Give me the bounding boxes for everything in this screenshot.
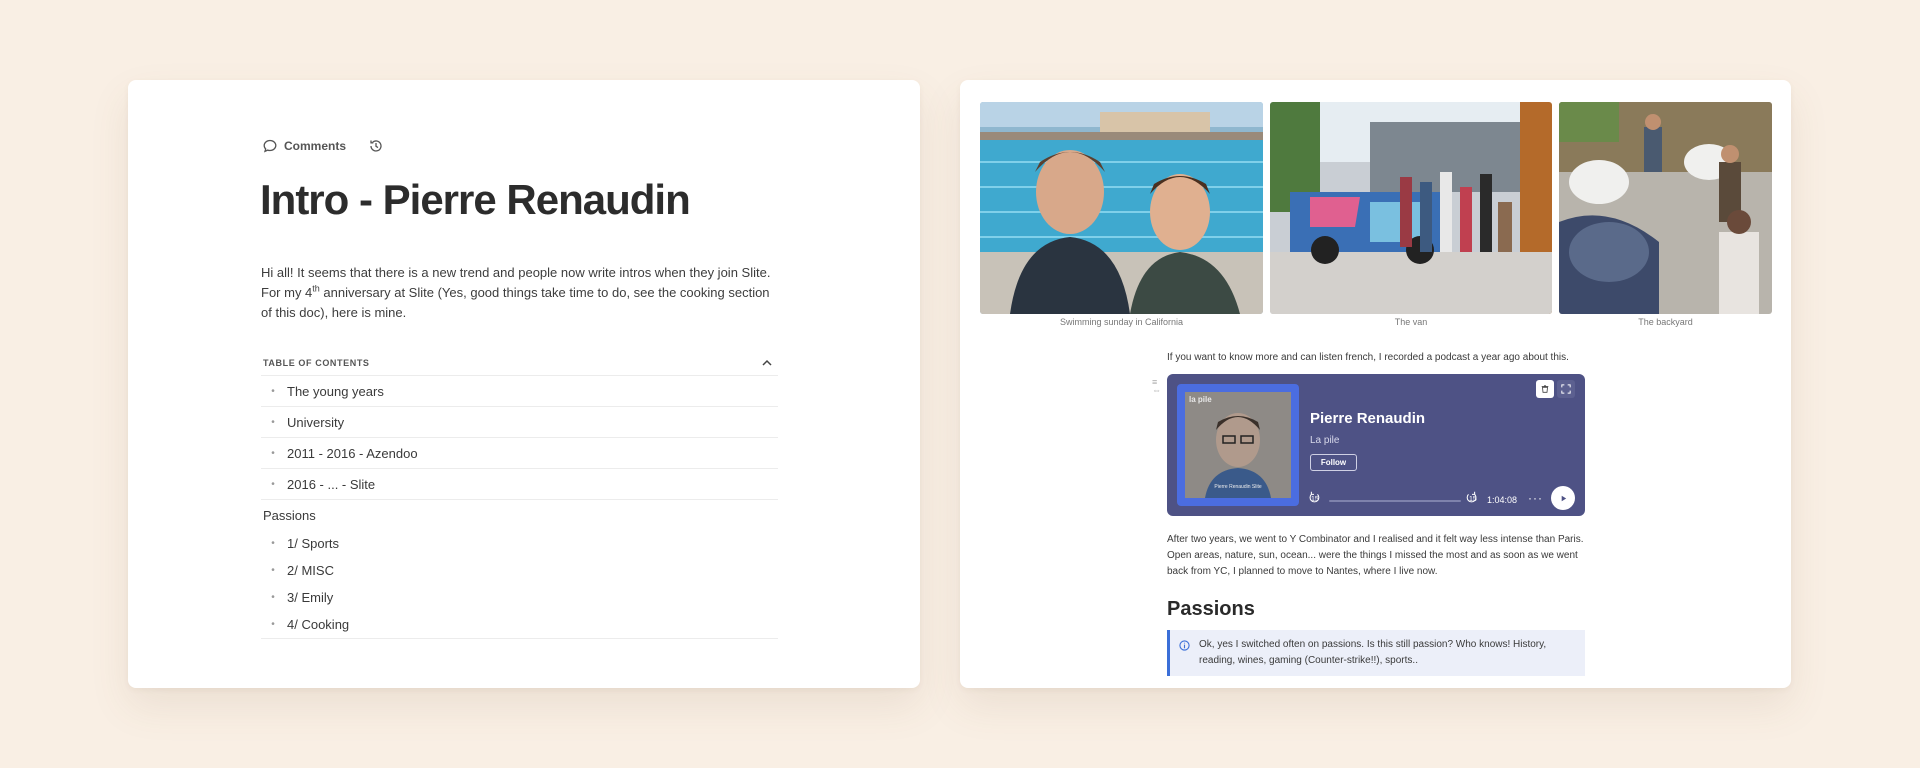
intro-superscript: th (312, 283, 320, 294)
bullet: • (271, 565, 275, 576)
bullet: • (271, 619, 275, 630)
bullet: • (271, 538, 275, 549)
section-heading-passions: Passions (1167, 598, 1255, 620)
play-icon (1561, 495, 1566, 501)
more-options-icon[interactable]: ··· (1528, 491, 1543, 505)
toc-item-university[interactable]: • University (261, 407, 778, 438)
toc-item-cooking[interactable]: • 4/ Cooking (261, 611, 778, 639)
doc-toolbar: Comments (262, 138, 384, 154)
show-name: La pile (1310, 435, 1340, 446)
document-card-continued: Swimming sunday in California The van Th… (960, 80, 1791, 688)
document-card: Comments Intro - Pierre Renaudin Hi all!… (128, 80, 920, 688)
toc-item-label: 3/ Emily (287, 590, 334, 605)
bullet: • (271, 478, 275, 490)
toc-item-misc[interactable]: • 2/ MISC (261, 557, 778, 584)
body-paragraph: After two years, we went to Y Combinator… (1167, 534, 1584, 577)
toc-item-label: The young years (287, 383, 384, 399)
toc-item-sports[interactable]: • 1/ Sports (261, 530, 778, 557)
photo-swimming (980, 102, 1263, 314)
expand-icon[interactable] (1557, 380, 1575, 398)
duration: 1:04:08 (1487, 495, 1518, 505)
rewind-label: 15 (1311, 496, 1319, 503)
player-top-icons (1536, 380, 1575, 398)
callout-text: Ok, yes I switched often on passions. Is… (1199, 639, 1547, 666)
cover-caption: Pierre Renaudin Slite (1214, 484, 1262, 490)
toc-item-slite[interactable]: • 2016 - ... - Slite (261, 469, 778, 500)
table-of-contents: TABLE OF CONTENTS • The young years • Univ… (261, 351, 778, 639)
cover-image: la pile Pierre Renaudin Slite (1185, 392, 1291, 498)
info-callout: Ok, yes I switched often on passions. Is… (1167, 630, 1585, 676)
bullet: • (271, 447, 275, 459)
podcast-logo: la pile (1189, 395, 1212, 404)
comments-button[interactable]: Comments (262, 138, 346, 154)
toc-section-passions[interactable]: Passions (261, 500, 778, 530)
toc-item-label: 2016 - ... - Slite (287, 476, 376, 492)
toc-item-emily[interactable]: • 3/ Emily (261, 584, 778, 611)
photo-caption: The backyard (1638, 317, 1693, 327)
chevron-up-icon[interactable] (760, 356, 774, 370)
photo-van (1270, 102, 1552, 314)
intro-paragraph: Hi all! It seems that there is a new tre… (261, 263, 781, 323)
history-icon[interactable] (368, 138, 384, 154)
follow-button[interactable]: Follow (1310, 454, 1357, 471)
podcast-cover: la pile Pierre Renaudin Slite (1177, 384, 1299, 506)
bullet: • (271, 385, 275, 397)
toc-item-azendoo[interactable]: • 2011 - 2016 - Azendoo (261, 438, 778, 469)
intro-text-part2: anniversary at Slite (Yes, good things t… (261, 285, 770, 320)
play-button[interactable] (1551, 486, 1575, 510)
toc-item-label: 2011 - 2016 - Azendoo (287, 445, 418, 461)
toc-header: TABLE OF CONTENTS (261, 351, 778, 376)
toc-item-label: 4/ Cooking (287, 617, 350, 632)
toc-item-label: 2/ MISC (287, 563, 334, 578)
toc-heading: TABLE OF CONTENTS (263, 358, 370, 368)
page-title: Intro - Pierre Renaudin (260, 176, 691, 223)
toc-item-young-years[interactable]: • The young years (261, 376, 778, 407)
bullet: • (271, 416, 275, 428)
progress-bar[interactable] (1329, 500, 1461, 502)
podcast-player: la pile Pierre Renaudin Slite Pierre Ren… (1167, 374, 1585, 516)
toc-item-label: University (287, 414, 345, 430)
forward-label: 15 (1469, 496, 1477, 503)
speech-bubble-icon (263, 139, 277, 153)
photo-backyard (1559, 102, 1772, 314)
episode-title: Pierre Renaudin (1310, 410, 1426, 427)
comments-label: Comments (284, 139, 347, 153)
photo-caption: Swimming sunday in California (1059, 317, 1184, 327)
photo-caption: The van (1394, 317, 1428, 327)
info-icon (1179, 640, 1190, 651)
portrait-image (1185, 392, 1291, 498)
toc-item-label: 1/ Sports (287, 536, 340, 551)
block-drag-handle[interactable]: ≡ ⇔ (1152, 378, 1162, 395)
trash-icon[interactable] (1536, 380, 1554, 398)
bullet: • (271, 592, 275, 603)
podcast-intro-text: If you want to know more and can listen … (1167, 352, 1569, 363)
